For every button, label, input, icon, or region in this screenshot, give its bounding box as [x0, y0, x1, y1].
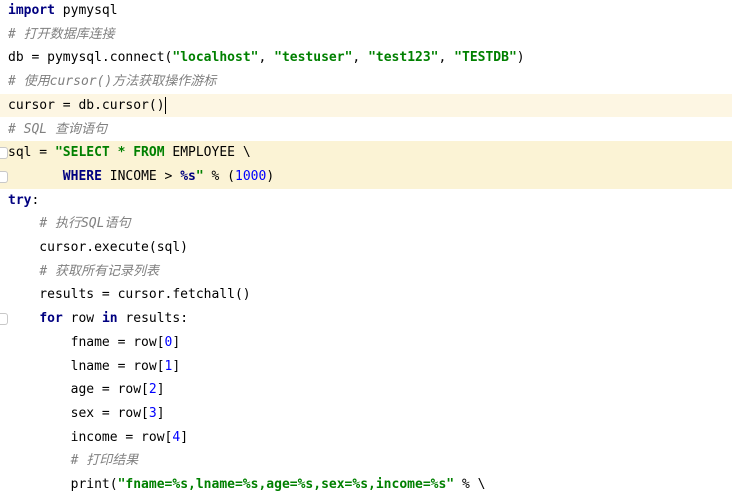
code-token: results: [117, 311, 189, 327]
code-line[interactable]: lname = row[1] [0, 355, 732, 379]
code-token: ] [156, 382, 165, 398]
code-token: income = row[ [8, 429, 173, 445]
code-token: "test123" [368, 50, 439, 66]
code-token: sql = [8, 145, 55, 161]
code-token: # 使用cursor()方法获取操作游标 [8, 74, 217, 90]
code-token: ] [180, 429, 189, 445]
code-token: # 执行SQL语句 [39, 216, 131, 232]
code-token: sex = row[ [8, 405, 149, 421]
code-editor[interactable]: import pymysql # 打开数据库连接 db = pymysql.conn… [0, 0, 732, 493]
code-line[interactable]: results = cursor.fetchall() [0, 283, 732, 307]
code-token: 2 [148, 382, 157, 398]
code-token: 3 [148, 405, 157, 421]
code-line[interactable]: # 打开数据库连接 [0, 23, 732, 47]
code-token: % ( [203, 168, 236, 184]
code-token: 1000 [235, 168, 267, 184]
code-token: "SELECT * FROM [54, 145, 173, 161]
code-token: lname = row[ [8, 358, 165, 374]
code-token: "TESTDB" [454, 50, 517, 66]
code-token: db = pymysql.connect( [8, 50, 173, 66]
code-token: # 获取所有记录列表 [39, 263, 159, 279]
code-token: EMPLOYEE \ [172, 145, 251, 161]
code-line[interactable]: age = row[2] [0, 378, 732, 402]
code-line[interactable]: print("fname=%s,lname=%s,age=%s,sex=%s,i… [0, 473, 732, 493]
code-token: fname = row[ [8, 334, 165, 350]
code-line[interactable]: # 使用cursor()方法获取操作游标 [0, 70, 732, 94]
code-token: WHERE [62, 168, 102, 184]
code-token: cursor.execute(sql) [8, 240, 189, 255]
fold-marker-icon[interactable] [0, 147, 8, 160]
code-token: # 打印结果 [70, 453, 139, 469]
code-token: cursor = db.cursor() [8, 97, 165, 113]
code-line[interactable]: try: [0, 189, 732, 213]
code-line[interactable]: sql = "SELECT * FROM EMPLOYEE \ [0, 141, 732, 165]
code-line[interactable]: for row in results: [0, 307, 732, 331]
code-token: # 打开数据库连接 [8, 26, 115, 42]
code-token: INCOME > [101, 168, 181, 184]
code-token: % \ [454, 477, 486, 492]
fold-marker-icon[interactable] [0, 313, 8, 326]
code-line[interactable]: # 打印结果 [0, 449, 732, 473]
code-token: , [438, 50, 455, 66]
code-token: in [101, 311, 118, 327]
code-token: "localhost" [172, 50, 259, 66]
code-token: ] [156, 405, 165, 421]
code-token: results = cursor.fetchall() [8, 287, 251, 303]
code-line[interactable]: sex = row[3] [0, 402, 732, 426]
code-token: # SQL 查询语句 [8, 121, 107, 137]
code-token: : [31, 192, 40, 208]
code-line[interactable]: cursor.execute(sql) [0, 236, 732, 260]
code-token: row [62, 311, 102, 327]
code-line[interactable]: cursor = db.cursor() [0, 93, 732, 118]
code-line[interactable]: # SQL 查询语句 [0, 118, 732, 142]
code-token: pymysql [54, 3, 118, 18]
code-token: %s [180, 168, 196, 184]
code-token: import [8, 3, 55, 18]
text-caret [164, 96, 166, 114]
code-token: try [8, 192, 32, 208]
code-token: ) [266, 168, 275, 184]
code-line[interactable]: fname = row[0] [0, 331, 732, 355]
code-token: ) [516, 50, 525, 66]
code-token: age = row[ [8, 382, 149, 398]
code-line[interactable]: income = row[4] [0, 426, 732, 450]
code-token: "fname=%s,lname=%s,age=%s,sex=%s,income=… [117, 477, 455, 492]
code-token: for [39, 311, 63, 327]
code-line[interactable]: # 获取所有记录列表 [0, 260, 732, 284]
code-token: , [258, 50, 275, 66]
code-token: , [352, 50, 369, 66]
code-line[interactable]: WHERE INCOME > %s" % (1000) [0, 164, 732, 189]
fold-marker-icon[interactable] [0, 170, 8, 183]
code-token: "testuser" [274, 50, 353, 66]
code-line[interactable]: # 执行SQL语句 [0, 212, 732, 236]
code-token: " [195, 168, 204, 184]
code-line[interactable]: db = pymysql.connect("localhost", "testu… [0, 46, 732, 70]
code-token: ] [172, 334, 181, 350]
code-line[interactable]: import pymysql [0, 0, 732, 23]
code-token: print( [8, 477, 118, 492]
code-token: ] [172, 358, 181, 374]
